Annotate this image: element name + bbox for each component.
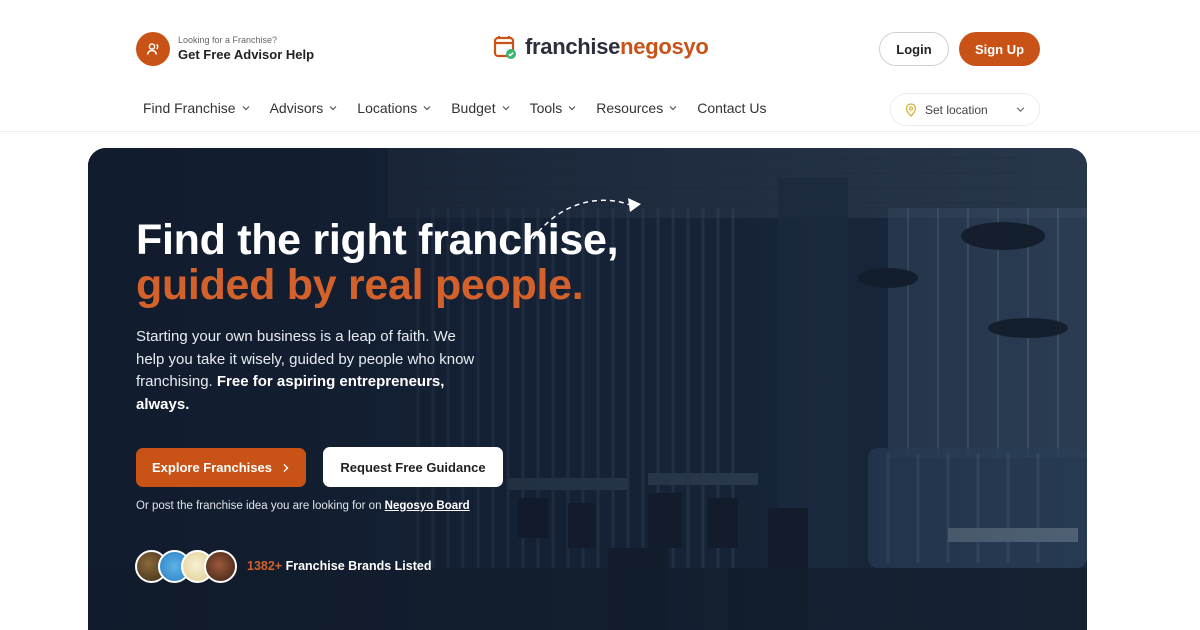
header-divider xyxy=(0,131,1200,132)
nav-label: Find Franchise xyxy=(143,100,236,116)
chevron-down-icon xyxy=(242,106,250,111)
chevron-down-icon xyxy=(329,106,337,111)
user-icon xyxy=(136,32,170,66)
logo-text-primary: franchise xyxy=(525,34,621,59)
nav-label: Resources xyxy=(596,100,664,116)
location-placeholder: Set location xyxy=(925,102,988,117)
brands-count: 1382+ xyxy=(247,559,283,573)
nav-label: Advisors xyxy=(269,100,324,116)
signup-button[interactable]: Sign Up xyxy=(959,32,1040,66)
main-nav: Find Franchise Advisors Locations Budget… xyxy=(143,98,786,118)
explore-franchises-label: Explore Franchises xyxy=(152,460,272,475)
nav-item-contact-us[interactable]: Contact Us xyxy=(697,98,766,118)
negosyo-board-text: Or post the franchise idea you are looki… xyxy=(136,500,470,512)
brands-listed: 1382+ Franchise Brands Listed xyxy=(247,559,431,573)
nav-item-locations[interactable]: Locations xyxy=(357,98,431,118)
site-logo[interactable]: franchisenegosyo xyxy=(493,34,709,60)
nav-label: Tools xyxy=(529,100,563,116)
chevron-down-icon xyxy=(423,106,431,111)
nav-label: Contact Us xyxy=(697,100,767,116)
chevron-down-icon xyxy=(1016,107,1025,113)
advisor-big-label: Get Free Advisor Help xyxy=(178,47,315,62)
map-pin-icon xyxy=(905,102,917,117)
board-text: Or post the franchise idea you are looki… xyxy=(136,500,385,512)
nav-label: Locations xyxy=(357,100,418,116)
nav-label: Budget xyxy=(451,100,496,116)
store-check-icon xyxy=(493,34,517,60)
chevron-right-icon xyxy=(283,463,289,472)
brand-avatar xyxy=(204,550,237,583)
nav-item-advisors[interactable]: Advisors xyxy=(270,98,338,118)
hero-description: Starting your own business is a leap of … xyxy=(136,326,481,416)
brands-label: Franchise Brands Listed xyxy=(285,559,432,573)
advisor-help-link[interactable]: Looking for a Franchise? Get Free Adviso… xyxy=(136,32,314,66)
request-guidance-button[interactable]: Request Free Guidance xyxy=(323,447,503,487)
hero-section: Find the right franchise, guided by real… xyxy=(88,148,1087,630)
chevron-down-icon xyxy=(502,106,510,111)
explore-franchises-button[interactable]: Explore Franchises xyxy=(136,448,306,487)
hero-title-line1: Find the right franchise, xyxy=(136,216,619,264)
login-button[interactable]: Login xyxy=(879,32,949,66)
negosyo-board-link[interactable]: Negosyo Board xyxy=(385,500,470,512)
nav-item-resources[interactable]: Resources xyxy=(596,98,677,118)
location-selector[interactable]: Set location xyxy=(890,93,1040,126)
hero-title-line2: guided by real people. xyxy=(136,261,584,309)
nav-item-find-franchise[interactable]: Find Franchise xyxy=(143,98,250,118)
nav-item-tools[interactable]: Tools xyxy=(530,98,577,118)
chevron-down-icon xyxy=(669,106,677,111)
chevron-down-icon xyxy=(568,106,576,111)
brand-avatars xyxy=(135,550,237,583)
advisor-small-label: Looking for a Franchise? xyxy=(178,35,278,45)
logo-text-accent: negosyo xyxy=(620,34,709,59)
nav-item-budget[interactable]: Budget xyxy=(451,98,510,118)
